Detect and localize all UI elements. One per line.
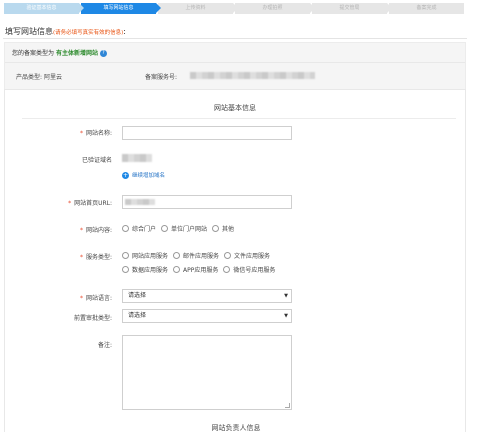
step-complete: 备案完成: [389, 3, 464, 14]
language-select[interactable]: 请选择 ▼: [122, 289, 292, 303]
product-type-label: 产品类型:: [16, 74, 43, 81]
service-type-option[interactable]: 文件应用服务: [224, 251, 270, 260]
section-owner-info-title: 网站负责人信息: [211, 424, 261, 432]
pre-approval-select-value: 请选择: [128, 312, 147, 319]
service-type-option[interactable]: 数据应用服务: [122, 265, 168, 274]
service-type-label: * 服务类型:: [79, 254, 112, 261]
radio-circle-icon: [122, 266, 129, 273]
add-domain-link[interactable]: + 继续增加域名: [122, 171, 165, 179]
site-content-option[interactable]: 单位门户网站: [161, 224, 207, 233]
radio-circle-icon: [223, 266, 231, 273]
service-type-options-row2: 数据应用服务 APP应用服务 微信号应用服务: [122, 265, 280, 274]
filing-type-value: 有主体新增网站: [55, 50, 98, 57]
radio-circle-icon: [224, 252, 232, 259]
chevron-down-icon: ▼: [284, 293, 288, 299]
step-photo: 办理拍照: [235, 3, 315, 14]
section-divider: [22, 118, 456, 119]
service-type-options-row1: 网站应用服务 邮件应用服务 文件应用服务: [122, 251, 275, 260]
help-icon[interactable]: ?: [99, 50, 107, 57]
site-content-options: 综合门户 单位门户网站 其他: [122, 224, 239, 233]
service-type-option[interactable]: 网站应用服务: [122, 251, 168, 260]
chevron-down-icon: ▼: [284, 313, 288, 319]
verified-domain-redacted: [122, 154, 152, 162]
language-select-value: 请选择: [128, 292, 147, 299]
step-verify-info: 验证基本信息: [4, 3, 84, 14]
step-submit: 提交管局: [312, 3, 392, 14]
verified-domain-label: 已验证域名: [81, 157, 112, 164]
site-name-input[interactable]: [122, 126, 292, 140]
radio-circle-icon: [122, 252, 129, 259]
homepage-url-redacted: [125, 199, 155, 205]
plus-icon: +: [122, 171, 129, 179]
pre-approval-label: 前置审批类型:: [73, 315, 112, 322]
progress-steps: 验证基本信息 填写网站信息 上传资料 办理拍照 提交管局 备案完成: [4, 3, 466, 14]
summary-divider: [5, 62, 465, 63]
divider: [3, 38, 467, 39]
homepage-url-label: * 网站首页URL:: [68, 200, 112, 207]
pre-approval-select[interactable]: 请选择 ▼: [122, 309, 292, 323]
service-type-option[interactable]: APP应用服务: [173, 265, 218, 274]
product-type: 产品类型: 阿里云: [16, 72, 62, 81]
site-content-option[interactable]: 其他: [212, 224, 234, 233]
product-type-value: 阿里云: [43, 74, 62, 81]
radio-circle-icon: [173, 266, 181, 273]
page-title: 填写网站信息(请务必填写真实有效的信息):: [5, 27, 126, 36]
service-number-label: 备案服务号:: [145, 74, 178, 81]
filing-type-line: 您的备案类型为 有主体新增网站 ?: [12, 48, 107, 57]
service-number-redacted: [190, 72, 315, 79]
step-fill-site-info: 填写网站信息: [81, 3, 161, 14]
add-domain-label: 继续增加域名: [132, 173, 166, 179]
service-type-option[interactable]: 邮件应用服务: [173, 251, 219, 260]
site-content-option[interactable]: 综合门户: [122, 224, 156, 233]
page-title-note: (请务必填写真实有效的信息): [53, 30, 124, 36]
remark-textarea[interactable]: [122, 335, 292, 410]
language-label: * 网站语言:: [79, 295, 112, 302]
section-basic-info-title: 网站基本信息: [214, 104, 256, 112]
site-content-label: * 网站内容:: [79, 227, 112, 234]
filing-type-label: 您的备案类型为: [12, 50, 55, 57]
remark-label: 备注:: [97, 342, 112, 349]
site-name-label: * 网站名称:: [79, 130, 112, 137]
radio-circle-icon: [161, 225, 169, 232]
radio-circle-icon: [212, 225, 220, 232]
step-upload: 上传资料: [158, 3, 238, 14]
radio-circle-icon: [122, 225, 129, 232]
page-title-text: 填写网站信息: [5, 27, 53, 36]
service-type-option[interactable]: 微信号应用服务: [223, 265, 275, 274]
radio-circle-icon: [173, 252, 181, 259]
resize-handle-icon[interactable]: [285, 403, 290, 408]
